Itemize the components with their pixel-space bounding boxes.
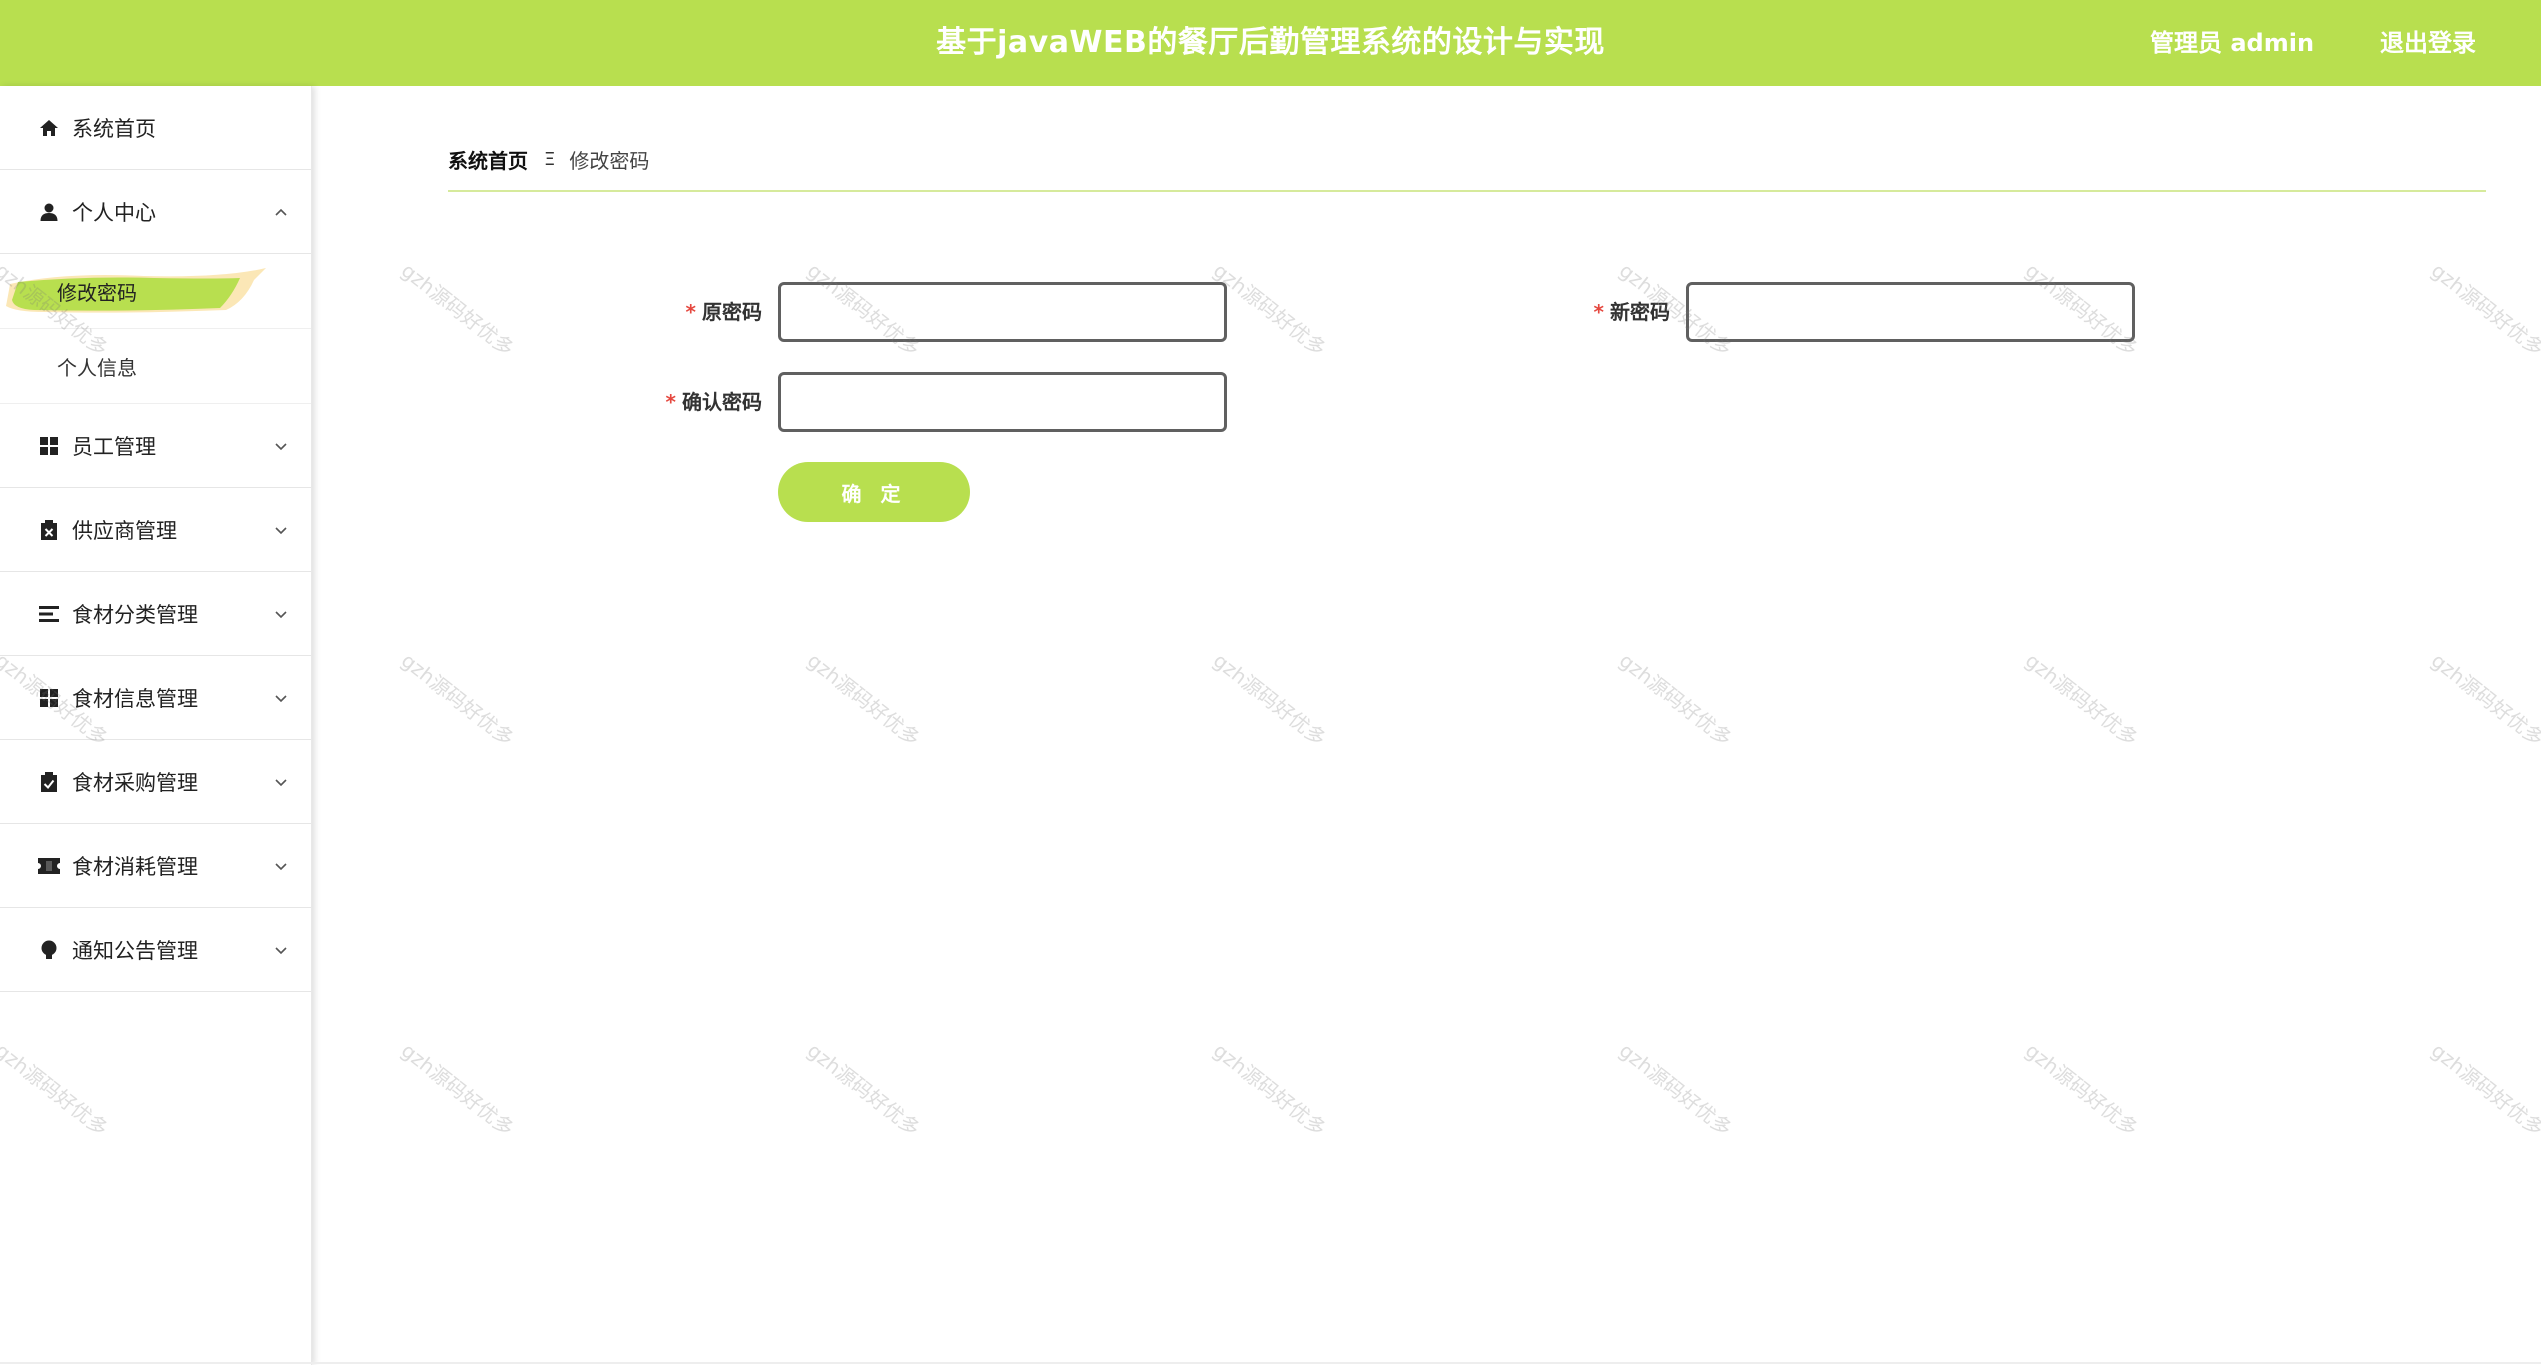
ticket-icon (38, 855, 60, 877)
bulb-icon (38, 939, 60, 961)
new-password-label: * 新密码 (1508, 282, 1670, 342)
sidebar-item-ingredient-category[interactable]: 食材分类管理 (0, 572, 311, 656)
new-password-label-text: 新密码 (1610, 300, 1670, 324)
watermark: gzh源码好优多 (2020, 1038, 2143, 1141)
chevron-up-icon (275, 208, 287, 216)
confirm-button[interactable]: 确 定 (778, 462, 970, 522)
sidebar-item-label: 通知公告管理 (72, 938, 198, 963)
clipboard-check-icon (38, 771, 60, 793)
watermark: gzh源码好优多 (1614, 648, 1737, 751)
sidebar-item-announcement[interactable]: 通知公告管理 (0, 908, 311, 992)
chevron-down-icon (275, 946, 287, 954)
chevron-down-icon (275, 862, 287, 870)
sidebar-item-supplier[interactable]: 供应商管理 (0, 488, 311, 572)
sidebar-item-staff[interactable]: 员工管理 (0, 404, 311, 488)
required-mark: * (1593, 300, 1604, 324)
sidebar-item-label: 食材信息管理 (72, 686, 198, 711)
home-icon (38, 117, 60, 139)
confirm-password-label: * 确认密码 (600, 372, 762, 432)
watermark: gzh源码好优多 (2426, 1038, 2541, 1141)
clipboard-x-icon (38, 519, 60, 541)
sidebar-item-label: 食材采购管理 (72, 770, 198, 795)
watermark: gzh源码好优多 (1208, 648, 1331, 751)
sidebar-subitem-label: 个人信息 (57, 355, 137, 380)
breadcrumb-divider (448, 190, 2486, 192)
sidebar-item-label: 员工管理 (72, 434, 156, 459)
breadcrumb-current: 修改密码 (569, 148, 650, 173)
old-password-label-text: 原密码 (702, 300, 762, 324)
sidebar-item-ingredient-consumption[interactable]: 食材消耗管理 (0, 824, 311, 908)
sidebar-item-label: 个人中心 (72, 200, 156, 225)
page-bottom-border (0, 1362, 2541, 1364)
chevron-down-icon (275, 778, 287, 786)
sidebar-item-ingredient-purchase[interactable]: 食材采购管理 (0, 740, 311, 824)
watermark: gzh源码好优多 (802, 648, 925, 751)
chevron-down-icon (275, 694, 287, 702)
watermark: gzh源码好优多 (396, 648, 519, 751)
watermark: gzh源码好优多 (1208, 1038, 1331, 1141)
grid-icon (38, 687, 60, 709)
breadcrumb-separator: Ξ (544, 148, 556, 170)
watermark: gzh源码好优多 (2426, 258, 2541, 361)
breadcrumb-home-link[interactable]: 系统首页 (448, 145, 528, 174)
sidebar-item-personal-center[interactable]: 个人中心 (0, 170, 311, 254)
sidebar-subitem-personal-info[interactable]: 个人信息 (0, 329, 311, 404)
required-mark: * (685, 300, 696, 324)
chevron-down-icon (275, 442, 287, 450)
sidebar: 系统首页 个人中心 修改密码 个人信息 员工管理 供应商管理 食材分类管理 食材… (0, 86, 312, 1365)
user-icon (38, 201, 60, 223)
confirm-password-label-text: 确认密码 (682, 390, 762, 414)
sidebar-item-label: 食材消耗管理 (72, 854, 198, 879)
grid-icon (38, 435, 60, 457)
chevron-down-icon (275, 610, 287, 618)
watermark: gzh源码好优多 (1614, 1038, 1737, 1141)
sidebar-item-ingredient-info[interactable]: 食材信息管理 (0, 656, 311, 740)
sidebar-item-home[interactable]: 系统首页 (0, 86, 311, 170)
sidebar-item-label: 系统首页 (72, 116, 156, 141)
watermark: gzh源码好优多 (2020, 648, 2143, 751)
old-password-label: * 原密码 (600, 282, 762, 342)
confirm-password-input[interactable] (778, 372, 1227, 432)
watermark: gzh源码好优多 (802, 1038, 925, 1141)
sidebar-subitem-change-password[interactable]: 修改密码 (0, 254, 311, 329)
watermark: gzh源码好优多 (396, 258, 519, 361)
chevron-down-icon (275, 526, 287, 534)
current-user-label: 管理员 admin (2150, 29, 2315, 57)
watermark: gzh源码好优多 (2426, 648, 2541, 751)
list-icon (38, 603, 60, 625)
sidebar-item-label: 供应商管理 (72, 518, 177, 543)
logout-button[interactable]: 退出登录 (2380, 0, 2476, 86)
required-mark: * (665, 390, 676, 414)
top-header: 基于javaWEB的餐厅后勤管理系统的设计与实现 管理员 admin 退出登录 (0, 0, 2541, 86)
breadcrumb: 系统首页 Ξ 修改密码 (448, 144, 649, 174)
new-password-input[interactable] (1686, 282, 2135, 342)
sidebar-subitem-label: 修改密码 (57, 280, 137, 305)
watermark: gzh源码好优多 (396, 1038, 519, 1141)
sidebar-item-label: 食材分类管理 (72, 602, 198, 627)
old-password-input[interactable] (778, 282, 1227, 342)
